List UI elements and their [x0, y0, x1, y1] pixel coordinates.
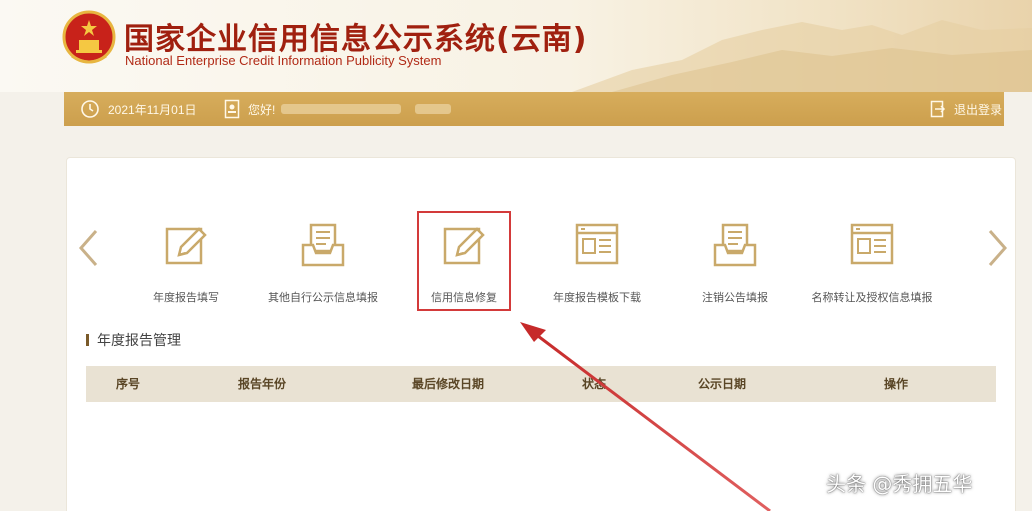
watermark-text: 头条 @秀拥五华 [826, 472, 973, 496]
inbox-document-icon [301, 223, 345, 267]
function-label: 年度报告填写 [153, 291, 219, 304]
column-header-status: 状态 [582, 377, 607, 391]
redacted-username [281, 104, 402, 114]
inbox-document-icon [713, 223, 757, 267]
function-label: 其他自行公示信息填报 [268, 291, 378, 304]
column-header-report-year: 报告年份 [238, 377, 287, 391]
mountain-banner-image [572, 20, 1032, 92]
pencil-edit-icon [165, 227, 207, 265]
national-emblem-icon [62, 10, 116, 64]
logout-icon [930, 100, 946, 118]
table-header: 序号 报告年份 最后修改日期 状态 公示日期 操作 [86, 366, 996, 402]
template-window-icon [850, 223, 894, 265]
logout-button[interactable]: 退出登录 [930, 92, 1002, 126]
column-header-publish-date: 公示日期 [698, 377, 747, 391]
template-window-icon [575, 223, 619, 265]
section-marker [86, 334, 89, 346]
user-toolbar: 2021年11月01日 您好! 退出登录 [64, 92, 1004, 126]
logout-label: 退出登录 [954, 102, 1003, 117]
redacted-info [415, 104, 452, 114]
date-display: 2021年11月01日 [80, 92, 197, 126]
function-label: 注销公告填报 [702, 291, 768, 304]
carousel-next-button[interactable] [984, 228, 1010, 268]
function-label: 名称转让及授权信息填报 [811, 291, 933, 304]
user-card-icon [224, 99, 240, 119]
date-text: 2021年11月01日 [108, 102, 197, 117]
column-header-index: 序号 [116, 377, 141, 391]
function-label: 年度报告模板下载 [553, 291, 641, 304]
clock-icon [81, 100, 99, 118]
section-title-text: 年度报告管理 [97, 333, 181, 349]
function-name-transfer[interactable]: 名称转让及授权信息填报 [797, 215, 947, 305]
user-greeting: 您好! [224, 92, 452, 126]
column-header-last-modified: 最后修改日期 [412, 377, 485, 391]
site-header: 国家企业信用信息公示系统(云南) National Enterprise Cre… [0, 0, 1032, 92]
user-greeting-text: 您好! [248, 102, 276, 117]
function-other-disclosure[interactable]: 其他自行公示信息填报 [248, 215, 398, 305]
section-title: 年度报告管理 [86, 330, 181, 350]
highlight-box [417, 211, 511, 311]
function-annual-report-fill[interactable]: 年度报告填写 [111, 215, 261, 305]
content-panel [66, 157, 1016, 511]
function-cancellation-notice[interactable]: 注销公告填报 [660, 215, 810, 305]
site-subtitle: National Enterprise Credit Information P… [125, 53, 442, 68]
carousel-prev-button[interactable] [76, 228, 102, 268]
site-title: 国家企业信用信息公示系统(云南) [124, 22, 588, 57]
column-header-actions: 操作 [884, 377, 909, 391]
function-template-download[interactable]: 年度报告模板下载 [522, 215, 672, 305]
